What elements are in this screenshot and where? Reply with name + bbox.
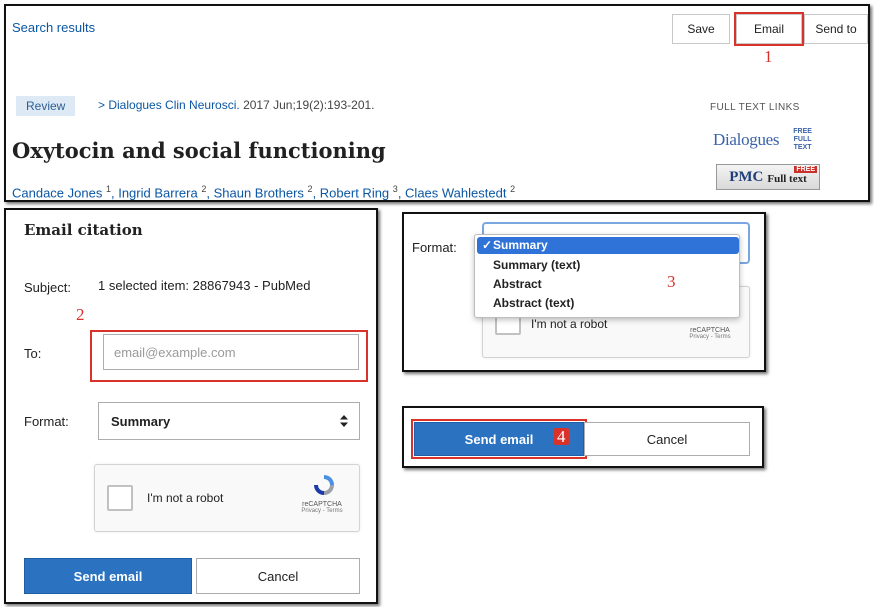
author-link[interactable]: Ingrid Barrera bbox=[118, 185, 197, 200]
dialogues-full-text-logo[interactable]: Dialogues FREE FULL TEXT bbox=[713, 126, 817, 154]
email-field-highlight-box bbox=[90, 330, 368, 382]
pmc-free-tag: FREE bbox=[794, 166, 817, 173]
cancel-button[interactable]: Cancel bbox=[196, 558, 360, 594]
format-option-summary-text[interactable]: Summary (text) bbox=[475, 257, 739, 274]
select-arrows-icon bbox=[340, 415, 348, 427]
search-results-link[interactable]: Search results bbox=[12, 20, 95, 35]
subject-value: 1 selected item: 28867943 - PubMed bbox=[98, 278, 311, 293]
email-highlight-box bbox=[734, 12, 804, 46]
save-button[interactable]: Save bbox=[672, 14, 730, 44]
format-select-value: Summary bbox=[111, 413, 171, 429]
format-dropdown-panel: Format: ✓ Summary Summary (text) Abstract… bbox=[402, 212, 766, 372]
journal-citation: > Dialogues Clin Neurosci. 2017 Jun;19(2… bbox=[98, 98, 375, 112]
recaptcha-brand: reCAPTCHA Privacy - Terms bbox=[673, 327, 747, 340]
email-citation-title: Email citation bbox=[24, 221, 143, 239]
subject-label: Subject: bbox=[24, 280, 71, 295]
format-dropdown-list: ✓ Summary Summary (text) Abstract Abstrac… bbox=[474, 234, 740, 318]
format-select[interactable]: Summary bbox=[98, 402, 360, 440]
format-option-summary[interactable]: ✓ Summary bbox=[477, 237, 739, 254]
recaptcha-label: I'm not a robot bbox=[147, 491, 224, 505]
send-actions-panel: Send email 4 Cancel bbox=[402, 406, 764, 468]
author-link[interactable]: Shaun Brothers bbox=[214, 185, 304, 200]
recaptcha-logo-icon bbox=[314, 475, 334, 495]
pmc-logo-text: PMC bbox=[729, 168, 764, 185]
article-title: Oxytocin and social functioning bbox=[12, 138, 386, 163]
journal-meta: 2017 Jun;19(2):193-201. bbox=[239, 98, 375, 112]
step-4-marker: 4 bbox=[554, 428, 569, 445]
pmc-full-text-logo[interactable]: PMC Full text FREE bbox=[716, 164, 820, 190]
step-2-marker: 2 bbox=[76, 305, 85, 324]
article-header-panel: Search results Save Email Send to 1 Revi… bbox=[4, 4, 870, 202]
recaptcha-checkbox[interactable] bbox=[107, 485, 133, 511]
recaptcha-brand: reCAPTCHA Privacy - Terms bbox=[285, 501, 359, 514]
format-label: Format: bbox=[24, 414, 69, 429]
author-link[interactable]: Candace Jones bbox=[12, 185, 102, 200]
recaptcha-widget: I'm not a robot reCAPTCHA Privacy - Term… bbox=[94, 464, 360, 532]
step-3-marker: 3 bbox=[667, 272, 676, 291]
format-label: Format: bbox=[412, 240, 457, 255]
to-label: To: bbox=[24, 346, 42, 361]
send-email-button[interactable]: Send email bbox=[24, 558, 192, 594]
email-citation-panel: Email citation Subject: 1 selected item:… bbox=[4, 208, 378, 604]
cancel-button[interactable]: Cancel bbox=[584, 422, 750, 456]
full-text-links-heading: FULL TEXT LINKS bbox=[710, 102, 800, 113]
recaptcha-links[interactable]: Privacy - Terms bbox=[285, 508, 359, 514]
step-1-marker: 1 bbox=[764, 47, 773, 66]
format-option-abstract[interactable]: Abstract bbox=[475, 276, 739, 293]
author-link[interactable]: Claes Wahlestedt bbox=[405, 185, 506, 200]
dialogues-free-text: FREE FULL TEXT bbox=[793, 128, 812, 151]
send-to-button[interactable]: Send to bbox=[804, 14, 868, 44]
recaptcha-label: I'm not a robot bbox=[531, 317, 608, 331]
journal-link[interactable]: > Dialogues Clin Neurosci. bbox=[98, 98, 240, 112]
format-option-abstract-text[interactable]: Abstract (text) bbox=[475, 295, 739, 312]
review-badge: Review bbox=[16, 96, 76, 116]
check-icon: ✓ bbox=[482, 238, 493, 252]
recaptcha-links[interactable]: Privacy - Terms bbox=[673, 334, 747, 340]
dialogues-logo-text: Dialogues bbox=[713, 130, 780, 149]
author-link[interactable]: Robert Ring bbox=[320, 185, 389, 200]
author-list: Candace Jones 1, Ingrid Barrera 2, Shaun… bbox=[12, 184, 516, 201]
pmc-full-text-label: Full text bbox=[767, 173, 807, 185]
